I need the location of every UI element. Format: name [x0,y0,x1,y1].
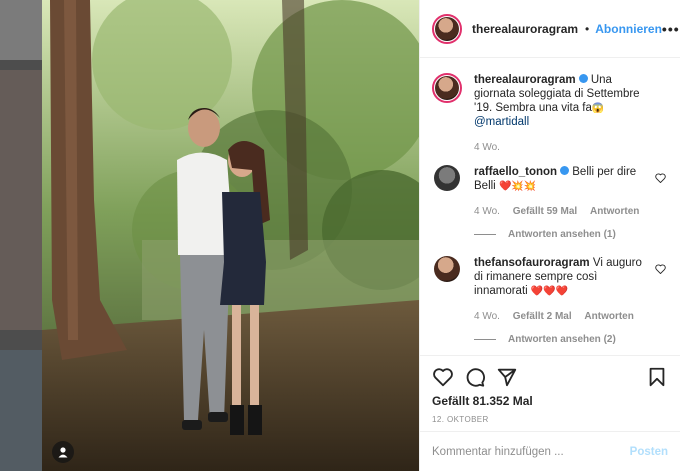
view-replies-button[interactable]: Antworten ansehen (2) [474,334,668,345]
post-side-panel: therealauroragram • Abonnieren ••• there… [419,0,680,471]
separator-dot: • [585,21,590,36]
comment-time: 4 Wo. [474,206,500,217]
commenter-avatar[interactable] [434,256,460,282]
reply-button[interactable]: Antworten [584,311,633,322]
background-thumbnail [0,70,42,330]
share-icon[interactable] [496,366,518,388]
comment-likes-link[interactable]: Gefällt 2 Mal [513,311,572,322]
post-date: 12. OKTOBER [432,415,489,424]
caption: therealauroragram Una giornata soleggiat… [432,73,668,153]
comment-item: thefansofauroragram Vi auguro di rimaner… [432,256,668,322]
comment-emoji: ❤️💥💥 [498,181,537,192]
more-options-icon[interactable]: ••• [662,21,680,37]
likes-count[interactable]: Gefällt 81.352 Mal [432,394,668,408]
background-feed-top [0,0,42,60]
author-username[interactable]: therealauroragram [472,22,578,36]
tagged-users-button[interactable] [52,441,74,463]
user-icon [58,447,68,458]
view-replies-label: Antworten ansehen (1) [508,229,616,240]
verified-badge-icon [560,166,570,176]
like-comment-heart-icon[interactable] [655,264,666,274]
replies-divider [474,234,496,235]
comment-time: 4 Wo. [474,311,500,322]
comment-likes-link[interactable]: Gefällt 59 Mal [513,206,577,217]
caption-avatar[interactable] [432,73,462,103]
replies-divider [474,339,496,340]
heart-icon[interactable] [432,366,454,388]
caption-mention-link[interactable]: @martidall [474,116,529,128]
comment-username[interactable]: raffaello_tonon [474,166,557,178]
comment-icon[interactable] [464,366,486,388]
post-photo[interactable] [42,0,419,471]
comment-username[interactable]: thefansofauroragram [474,257,590,269]
commenter-avatar[interactable] [434,165,460,191]
verified-badge-icon [578,74,588,84]
view-replies-label: Antworten ansehen (2) [508,334,616,345]
caption-emoji: 😱 [591,103,605,114]
reply-button[interactable]: Antworten [590,206,639,217]
post-comment-button[interactable]: Posten [630,446,668,458]
bookmark-icon[interactable] [646,366,668,388]
background-thumbnail [0,350,42,471]
add-comment-bar: Posten [420,431,680,471]
view-replies-button[interactable]: Antworten ansehen (1) [474,229,668,240]
comment-input[interactable] [432,445,630,458]
comment-emoji: ❤️❤️❤️ [530,286,569,297]
follow-button[interactable]: Abonnieren [595,22,662,36]
background-feed [0,60,42,471]
caption-time: 4 Wo. [474,142,500,153]
post-actions: Gefällt 81.352 Mal 12. OKTOBER [420,355,680,424]
like-comment-heart-icon[interactable] [655,173,666,183]
instagram-post-modal: therealauroragram • Abonnieren ••• there… [0,0,680,471]
caption-username[interactable]: therealauroragram [474,74,576,86]
comment-item: raffaello_tonon Belli per dire Belli ❤️💥… [432,165,668,217]
author-avatar[interactable] [432,13,462,44]
comments-list: therealauroragram Una giornata soleggiat… [420,59,680,355]
post-header: therealauroragram • Abonnieren ••• [420,0,680,58]
